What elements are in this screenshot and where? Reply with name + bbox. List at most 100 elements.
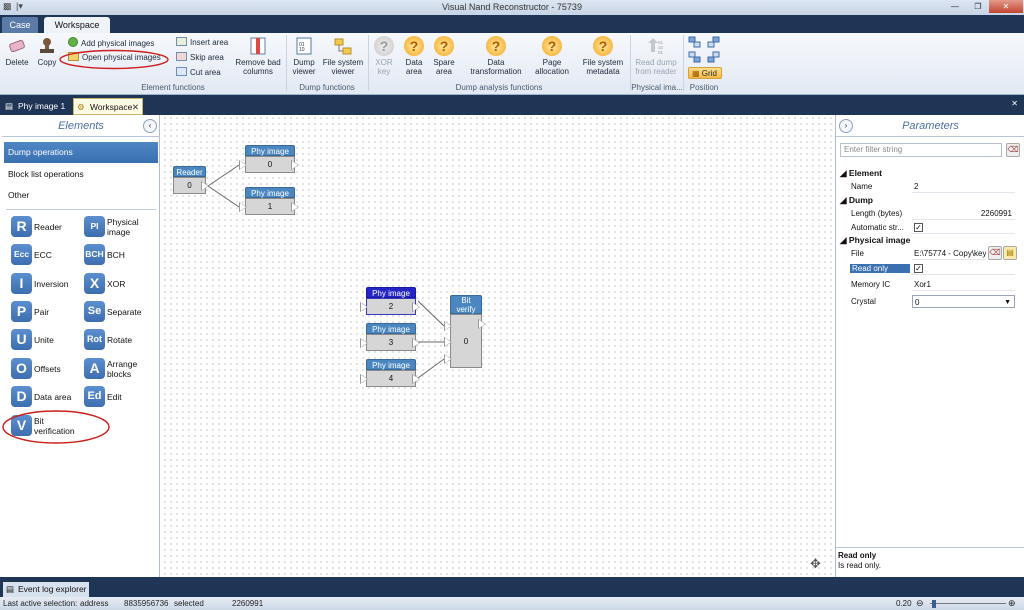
file-field[interactable]: E:\75774 - Copy\key <box>912 247 986 260</box>
grid-toggle-button[interactable]: ▦ Grid <box>688 67 722 79</box>
reader-output-port[interactable] <box>201 181 209 191</box>
close-tab-icon[interactable]: ✕ <box>132 99 139 116</box>
maximize-button[interactable]: ❐ <box>967 0 989 13</box>
copy-button[interactable]: Copy <box>34 36 60 67</box>
close-document-icon[interactable]: ✕ <box>1011 99 1018 108</box>
clear-filter-icon[interactable]: ⌫ <box>1006 143 1020 157</box>
output-port[interactable] <box>412 302 420 312</box>
memory-ic-field[interactable]: Xor1 <box>912 278 1015 291</box>
input-port[interactable] <box>239 160 247 170</box>
align-right-icon[interactable] <box>707 36 721 48</box>
reader-block-title[interactable]: Reader <box>173 166 206 177</box>
phy-image-block-4[interactable]: 4 <box>366 370 416 387</box>
bch-element-icon[interactable]: BCH <box>84 244 105 265</box>
length-field[interactable]: 2260991 <box>912 207 1015 220</box>
offsets-element-icon[interactable]: O <box>11 358 32 379</box>
unite-element-icon[interactable]: U <box>11 329 32 350</box>
zoom-in-icon[interactable]: ⊕ <box>1008 597 1016 610</box>
zoom-slider[interactable] <box>930 603 1006 604</box>
input-port[interactable] <box>239 202 247 212</box>
reader-element-icon[interactable]: R <box>11 216 32 237</box>
phy-image-block-title-selected[interactable]: Phy image <box>366 287 416 298</box>
category-other[interactable]: Other <box>4 185 158 206</box>
read-only-checkbox[interactable]: ✓ <box>914 264 923 273</box>
close-window-button[interactable]: ✕ <box>989 0 1023 13</box>
tab-case[interactable]: Case <box>2 17 38 33</box>
file-system-viewer-button[interactable]: File system viewer <box>321 36 365 76</box>
phy-image-block-3[interactable]: 3 <box>366 334 416 351</box>
phy-image-block-1[interactable]: 1 <box>245 198 295 215</box>
inversion-element-icon[interactable]: I <box>11 273 32 294</box>
crystal-select[interactable]: 0 ▼ <box>912 295 1015 308</box>
automatic-checkbox[interactable]: ✓ <box>914 223 923 232</box>
insert-area-button[interactable]: Insert area <box>176 37 228 49</box>
workspace-canvas[interactable]: Reader 0 Phy image 0 Phy image 1 Phy ima… <box>162 115 833 577</box>
phy-image-block-title[interactable]: Phy image <box>245 187 295 198</box>
section-physical-image[interactable]: ◢ Physical image <box>840 235 910 246</box>
read-only-label: Read only <box>850 264 910 273</box>
output-port[interactable] <box>412 374 420 384</box>
doc-tab-workspace[interactable]: ⚙ Workspace ✕ <box>73 98 143 115</box>
file-system-metadata-button[interactable]: ? File system metadata <box>579 36 627 76</box>
dump-viewer-button[interactable]: 01 10 Dump viewer <box>289 36 319 76</box>
align-left-icon[interactable] <box>688 36 702 48</box>
input-port[interactable] <box>360 302 368 312</box>
remove-bad-columns-button[interactable]: Remove bad columns <box>233 36 283 76</box>
collapse-left-panel-icon[interactable]: ‹ <box>143 119 157 133</box>
input-port[interactable] <box>444 354 452 364</box>
read-dump-label-1: Read dump <box>635 58 677 67</box>
input-port[interactable] <box>360 374 368 384</box>
title-bar: ▩ |▾ Visual Nand Reconstructor - 75739 —… <box>0 0 1024 15</box>
bit-verification-highlight <box>2 410 110 444</box>
pair-element-icon[interactable]: P <box>11 301 32 322</box>
phy-image-block-title[interactable]: Phy image <box>366 359 416 370</box>
skip-area-button[interactable]: Skip area <box>176 52 224 64</box>
cut-area-button[interactable]: Cut area <box>176 67 221 79</box>
add-physical-images-button[interactable]: Add physical images <box>68 37 154 49</box>
doc-tab-phy-image-1[interactable]: ▤ Phy image 1 <box>2 98 70 115</box>
input-port[interactable] <box>444 321 452 331</box>
phy-image-block-title[interactable]: Phy image <box>245 145 295 156</box>
input-port[interactable] <box>360 338 368 348</box>
category-dump-operations[interactable]: Dump operations <box>4 142 158 163</box>
separate-element-icon[interactable]: Se <box>84 301 105 322</box>
data-area-element-icon[interactable]: D <box>11 386 32 407</box>
data-transformation-button[interactable]: ? Data transformation <box>467 36 525 76</box>
input-port[interactable] <box>444 337 452 347</box>
name-field[interactable]: 2 <box>912 180 1015 193</box>
output-port[interactable] <box>478 319 486 329</box>
phy-image-block-2[interactable]: 2 <box>366 298 416 315</box>
delete-button[interactable]: Delete <box>4 36 30 67</box>
ecc-element-icon[interactable]: Ecc <box>11 244 32 265</box>
filter-input[interactable]: Enter filter string <box>840 143 1002 157</box>
phy-image-block-title[interactable]: Phy image <box>366 323 416 334</box>
zoom-slider-thumb[interactable] <box>932 600 936 608</box>
output-port[interactable] <box>412 338 420 348</box>
physical-image-element-icon[interactable]: PI <box>84 216 105 237</box>
spare-area-button[interactable]: ? Spare area <box>431 36 457 76</box>
tab-workspace[interactable]: Workspace <box>44 17 110 33</box>
category-block-list-operations[interactable]: Block list operations <box>4 164 158 185</box>
zoom-out-icon[interactable]: ⊖ <box>916 597 924 610</box>
edit-element-icon[interactable]: Ed <box>84 386 105 407</box>
phy-image-block-0[interactable]: 0 <box>245 156 295 173</box>
align-top-icon[interactable] <box>688 51 702 63</box>
browse-file-icon[interactable]: ▤ <box>1003 246 1017 260</box>
clear-file-icon[interactable]: ⌫ <box>988 246 1002 260</box>
read-dump-from-reader-button[interactable]: 01 10 01 Read dump from reader <box>632 36 680 76</box>
rotate-element-icon[interactable]: Rot <box>84 329 105 350</box>
arrange-blocks-element-icon[interactable]: A <box>84 358 105 379</box>
minimize-button[interactable]: — <box>944 0 966 13</box>
collapse-right-panel-icon[interactable]: › <box>839 119 853 133</box>
output-port[interactable] <box>291 202 299 212</box>
section-element[interactable]: ◢ Element <box>840 168 882 179</box>
data-area-button[interactable]: ? Data area <box>401 36 427 76</box>
section-dump[interactable]: ◢ Dump <box>840 195 873 206</box>
page-allocation-button[interactable]: ? Page allocation <box>530 36 574 76</box>
output-port[interactable] <box>291 160 299 170</box>
bit-verify-block-title[interactable]: Bit verify <box>450 295 482 314</box>
xor-key-button[interactable]: ? XOR key <box>372 36 396 76</box>
align-bottom-icon[interactable] <box>707 51 721 63</box>
xor-element-icon[interactable]: X <box>84 273 105 294</box>
event-log-explorer-tab[interactable]: ▤ Event log explorer <box>3 582 89 597</box>
